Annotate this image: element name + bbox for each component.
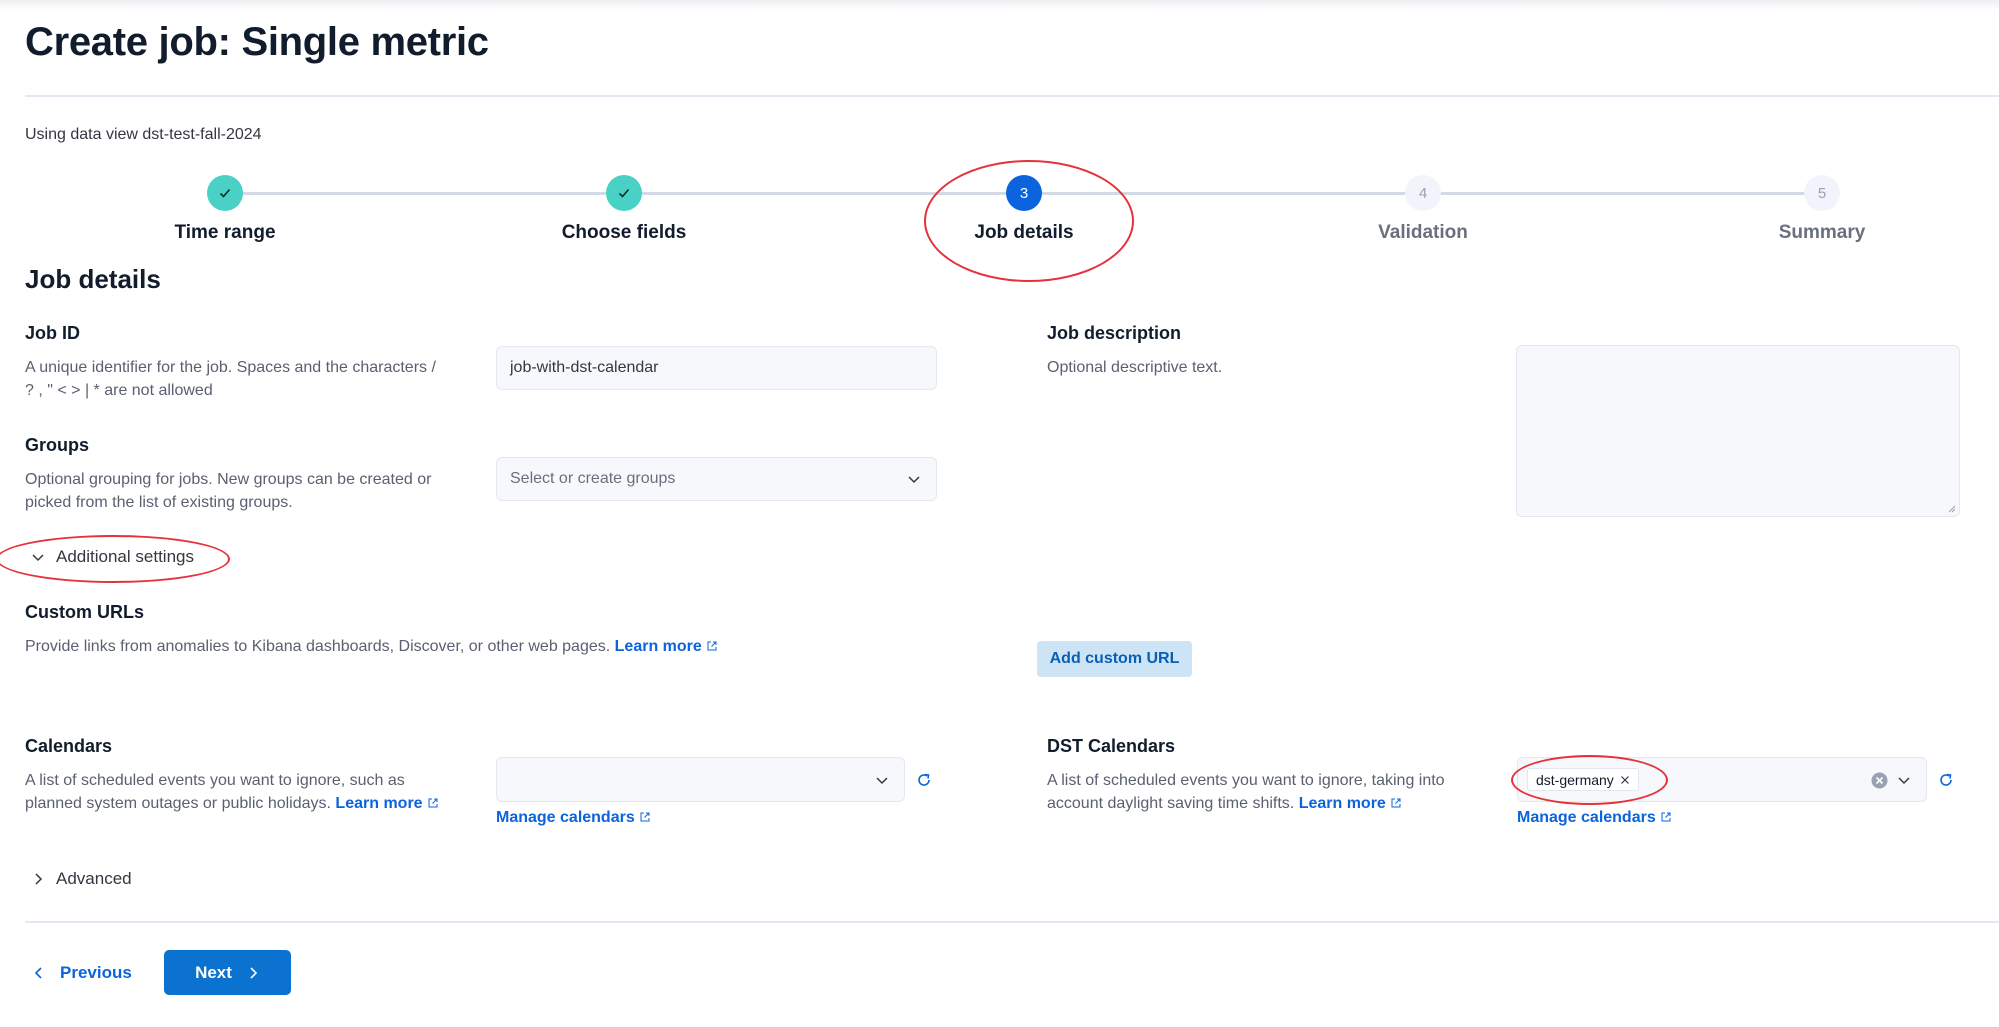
step-3-circle: 3: [1006, 175, 1042, 211]
job-description-help: Optional descriptive text.: [1047, 359, 1223, 376]
custom-urls-label: Custom URLs: [25, 602, 145, 622]
groups-help-line2: picked from the list of existing groups.: [25, 494, 293, 511]
groups-combobox[interactable]: Select or create groups: [496, 457, 937, 501]
advanced-label: Advanced: [56, 869, 132, 888]
groups-help: Optional grouping for jobs. New groups c…: [25, 468, 485, 514]
calendars-manage-link[interactable]: Manage calendars: [496, 809, 651, 827]
dst-calendars-help: A list of scheduled events you want to i…: [1047, 769, 1507, 815]
step-1-label[interactable]: Time range: [75, 222, 375, 244]
data-view-text: Using data view dst-test-fall-2024: [25, 126, 262, 143]
job-id-help: A unique identifier for the job. Spaces …: [25, 356, 485, 402]
page-title: Create job: Single metric: [25, 20, 489, 64]
dst-calendars-help-line2: account daylight saving time shifts.: [1047, 795, 1295, 812]
job-description-label: Job description: [1047, 323, 1182, 343]
step-2-label[interactable]: Choose fields: [474, 222, 774, 244]
learn-more-text: Learn more: [335, 795, 423, 812]
step-4-circle: 4: [1405, 175, 1441, 211]
clear-icon[interactable]: [1871, 772, 1888, 789]
chevron-down-icon[interactable]: [1896, 772, 1912, 788]
chevron-right-icon: [250, 966, 258, 979]
refresh-icon[interactable]: [915, 771, 933, 789]
manage-calendars-text: Manage calendars: [496, 809, 635, 826]
job-id-help-line1: A unique identifier for the job. Spaces …: [25, 359, 436, 376]
step-3-label: Job details: [974, 222, 1074, 243]
custom-urls-learn-more-link[interactable]: Learn more: [615, 638, 718, 655]
external-link-icon: [1661, 812, 1671, 822]
chevron-right-icon: [35, 873, 43, 885]
external-link-icon: [640, 812, 650, 822]
groups-label: Groups: [25, 435, 90, 455]
add-custom-url-button[interactable]: Add custom URL: [1037, 641, 1192, 677]
chevron-down-icon[interactable]: [906, 471, 922, 487]
job-id-value: job-with-dst-calendar: [510, 359, 659, 376]
groups-placeholder: Select or create groups: [510, 470, 676, 487]
remove-chip-icon[interactable]: [1620, 775, 1630, 785]
job-id-help-line2: ? , " < > | * are not allowed: [25, 382, 213, 399]
manage-calendars-text: Manage calendars: [1517, 809, 1656, 826]
refresh-icon[interactable]: [1937, 771, 1955, 789]
job-description-textarea[interactable]: [1516, 345, 1960, 517]
step-5-circle: 5: [1804, 175, 1840, 211]
calendars-help-line1: A list of scheduled events you want to i…: [25, 772, 405, 789]
step-5-label: Summary: [1778, 222, 1866, 243]
previous-button[interactable]: Previous: [32, 956, 132, 990]
resize-handle-icon[interactable]: [1947, 504, 1956, 513]
external-link-icon: [1391, 798, 1401, 808]
job-id-input[interactable]: job-with-dst-calendar: [496, 346, 937, 390]
previous-label: Previous: [60, 963, 132, 982]
calendars-combobox[interactable]: [496, 757, 905, 802]
dst-calendars-label: DST Calendars: [1047, 736, 1176, 756]
step-1-circle[interactable]: [207, 175, 243, 211]
calendars-label: Calendars: [25, 736, 113, 756]
check-icon: [618, 188, 630, 198]
next-label: Next: [195, 962, 232, 982]
calendars-help-line2: planned system outages or public holiday…: [25, 795, 331, 812]
section-title: Job details: [25, 264, 161, 294]
additional-settings-toggle[interactable]: Additional settings: [30, 547, 194, 567]
header-divider: [25, 95, 1999, 97]
chevron-down-icon[interactable]: [874, 772, 890, 788]
external-link-icon: [428, 798, 438, 808]
top-shadow: [0, 0, 1999, 10]
calendars-help: A list of scheduled events you want to i…: [25, 769, 485, 815]
calendars-learn-more-link[interactable]: Learn more: [335, 795, 438, 812]
chevron-left-icon: [34, 967, 42, 979]
dst-calendars-learn-more-link[interactable]: Learn more: [1299, 795, 1402, 812]
dst-calendar-chip: dst-germany: [1527, 768, 1639, 791]
dst-calendars-help-line1: A list of scheduled events you want to i…: [1047, 772, 1445, 789]
check-icon: [219, 188, 231, 198]
learn-more-text: Learn more: [1298, 795, 1386, 812]
chevron-down-icon: [32, 554, 44, 562]
custom-urls-help: Provide links from anomalies to Kibana d…: [25, 635, 718, 658]
step-2-circle[interactable]: [606, 175, 642, 211]
step-4-label: Validation: [1378, 222, 1468, 243]
next-button[interactable]: Next: [164, 950, 291, 995]
custom-urls-help-text: Provide links from anomalies to Kibana d…: [25, 638, 611, 655]
external-link-icon: [707, 641, 717, 651]
footer-divider: [25, 921, 1999, 923]
chip-label: dst-germany: [1536, 771, 1614, 788]
dst-calendars-manage-link[interactable]: Manage calendars: [1517, 809, 1672, 827]
additional-settings-label: Additional settings: [56, 547, 194, 566]
learn-more-text: Learn more: [614, 638, 702, 655]
advanced-toggle[interactable]: Advanced: [30, 869, 132, 889]
job-id-label: Job ID: [25, 323, 81, 343]
groups-help-line1: Optional grouping for jobs. New groups c…: [25, 471, 432, 488]
